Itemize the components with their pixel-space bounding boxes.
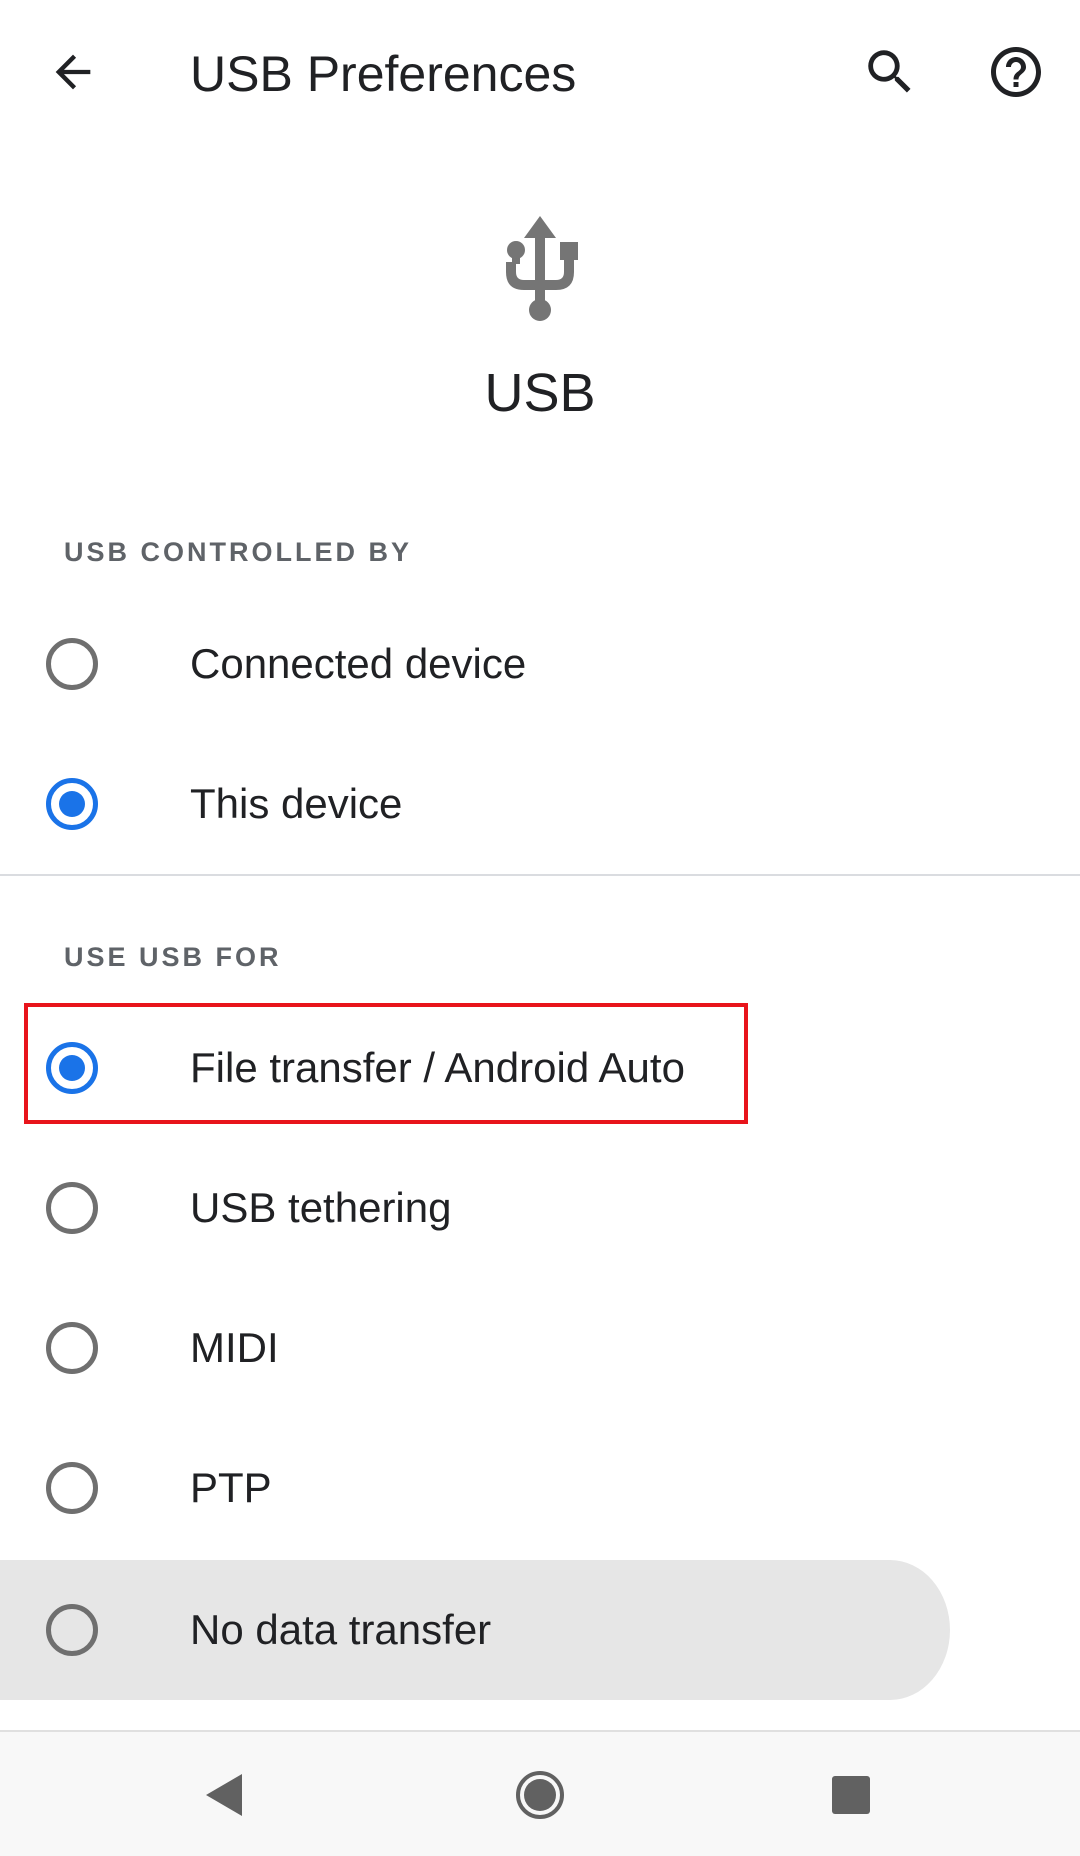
help-icon <box>991 47 1041 97</box>
option-label: No data transfer <box>190 1606 492 1653</box>
radio-button[interactable] <box>46 1322 98 1374</box>
option-midi[interactable]: MIDI <box>0 1278 1080 1418</box>
option-label: File transfer / Android Auto <box>190 1044 685 1091</box>
page-title: USB Preferences <box>190 46 577 102</box>
usb-title: USB <box>484 363 596 423</box>
option-ptp[interactable]: PTP <box>0 1418 1080 1558</box>
search-icon <box>868 50 911 93</box>
option-label: This device <box>190 780 403 827</box>
nav-recents-icon <box>832 1776 870 1814</box>
option-connected-device[interactable]: Connected device <box>0 594 1080 734</box>
radio-button[interactable] <box>46 1462 98 1514</box>
search-button[interactable] <box>840 22 940 122</box>
radio-button[interactable] <box>46 638 98 690</box>
nav-home-button[interactable] <box>495 1750 585 1840</box>
section-header-use-usb-for: USE USB FOR <box>64 942 282 972</box>
radio-button-selected[interactable] <box>46 778 98 830</box>
back-button[interactable] <box>23 22 123 122</box>
usb-icon <box>506 216 578 321</box>
option-label: Connected device <box>190 640 527 687</box>
nav-back-icon <box>206 1774 242 1816</box>
option-label: USB tethering <box>190 1184 452 1231</box>
toolbar: USB Preferences <box>0 0 1080 146</box>
option-usb-tethering[interactable]: USB tethering <box>0 1138 1080 1278</box>
option-label: PTP <box>190 1464 272 1511</box>
section-divider <box>0 874 1080 876</box>
radio-button[interactable] <box>46 1182 98 1234</box>
arrow-back-icon <box>55 54 91 90</box>
radio-button-selected[interactable] <box>46 1042 98 1094</box>
radio-button[interactable] <box>46 1604 98 1656</box>
nav-back-button[interactable] <box>180 1750 270 1840</box>
option-no-data-transfer[interactable]: No data transfer <box>0 1560 1080 1700</box>
help-button[interactable] <box>966 22 1066 122</box>
navigation-bar <box>0 1730 1080 1856</box>
option-label: MIDI <box>190 1324 279 1371</box>
nav-home-icon <box>516 1771 564 1819</box>
option-this-device[interactable]: This device <box>0 734 1080 874</box>
section-header-controlled-by: USB CONTROLLED BY <box>64 537 412 567</box>
nav-recents-button[interactable] <box>806 1750 896 1840</box>
option-file-transfer[interactable]: File transfer / Android Auto <box>0 998 1080 1138</box>
